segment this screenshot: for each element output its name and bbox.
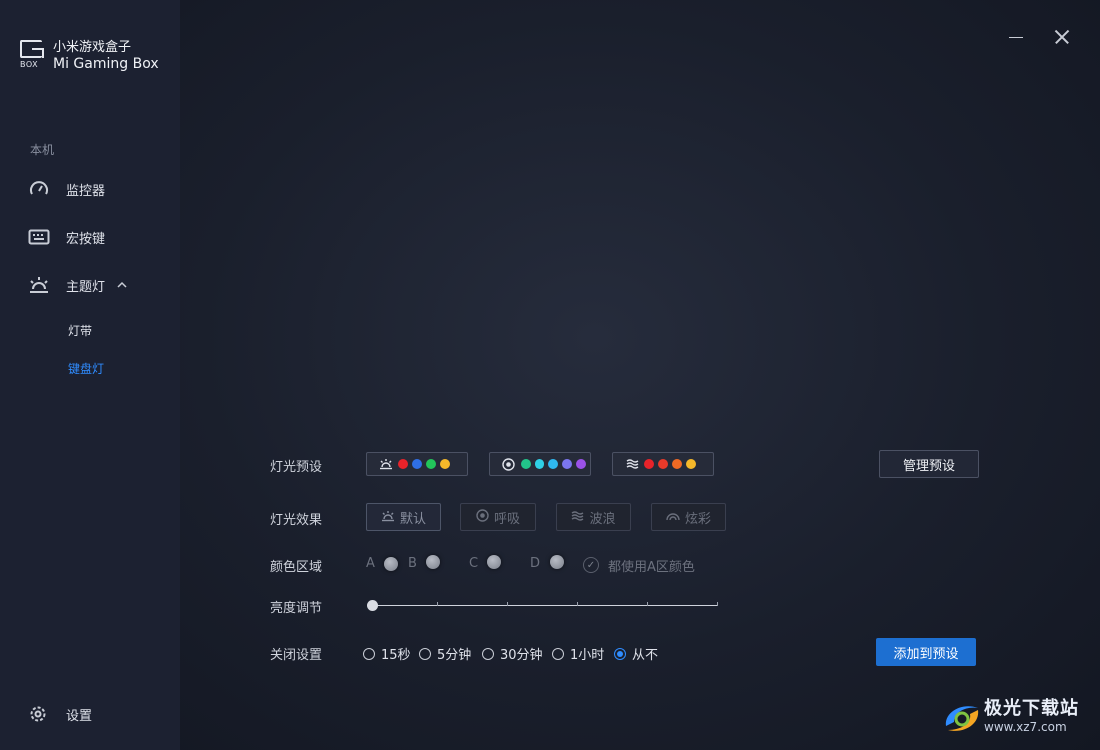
logo-box-text: BOX bbox=[20, 60, 39, 69]
radio-label: 30分钟 bbox=[500, 648, 543, 663]
preset-3[interactable] bbox=[612, 452, 714, 476]
radio-circle bbox=[363, 647, 375, 660]
mi-gaming-box-logo-icon: BOX bbox=[20, 40, 44, 70]
radio-label: 5分钟 bbox=[437, 648, 472, 663]
preset-color-dot bbox=[520, 459, 531, 469]
slider-tick bbox=[577, 602, 578, 606]
effect-label: 灯光效果 bbox=[270, 513, 323, 528]
preset-2[interactable] bbox=[489, 452, 591, 476]
wave-icon bbox=[571, 510, 584, 525]
off-option-15s[interactable]: 15秒 bbox=[363, 644, 411, 663]
radio-label: 从不 bbox=[632, 648, 659, 663]
chevron-up-icon bbox=[117, 278, 127, 293]
slider-tick bbox=[647, 602, 648, 606]
sidebar-item-monitor[interactable]: 监控器 bbox=[28, 177, 105, 201]
settings-label: 设置 bbox=[66, 708, 93, 724]
watermark-title: 极光下载站 bbox=[984, 698, 1079, 719]
preset-color-dot bbox=[398, 459, 408, 469]
light-icon bbox=[381, 510, 395, 525]
watermark: 极光下载站 www.xz7.com bbox=[940, 698, 1079, 738]
zone-a-letter: A bbox=[366, 556, 375, 571]
sidebar-item-label: 监控器 bbox=[66, 183, 106, 199]
radio-circle bbox=[419, 647, 431, 660]
sidebar-subitem-light-strip[interactable]: 灯带 bbox=[68, 322, 92, 339]
brightness-slider-track[interactable] bbox=[372, 605, 718, 606]
preset-color-dot bbox=[686, 459, 696, 469]
radio-label: 1小时 bbox=[570, 648, 605, 663]
effect-rainbow-button[interactable]: 炫彩 bbox=[651, 503, 726, 531]
effect-label-text: 炫彩 bbox=[684, 511, 711, 527]
sidebar-item-macro-keys[interactable]: 宏按键 bbox=[28, 225, 105, 249]
sidebar-subitem-keyboard-light[interactable]: 键盘灯 bbox=[68, 360, 104, 377]
effect-default-button[interactable]: 默认 bbox=[366, 503, 441, 531]
brightness-label: 亮度调节 bbox=[270, 601, 323, 616]
preset-color-dot bbox=[672, 459, 682, 469]
light-icon bbox=[28, 274, 50, 296]
app-title-en: Mi Gaming Box bbox=[53, 56, 159, 72]
preset-color-dot bbox=[440, 459, 450, 469]
off-option-5min[interactable]: 5分钟 bbox=[419, 644, 471, 663]
off-option-1h[interactable]: 1小时 bbox=[552, 644, 604, 663]
zone-c-color[interactable] bbox=[487, 555, 501, 569]
light-icon bbox=[379, 457, 393, 471]
keyboard-icon bbox=[28, 226, 50, 248]
slider-tick bbox=[717, 602, 718, 606]
effect-wave-button[interactable]: 波浪 bbox=[556, 503, 631, 531]
sidebar-item-label: 宏按键 bbox=[66, 231, 106, 247]
slider-tick bbox=[437, 602, 438, 606]
gear-icon bbox=[28, 704, 48, 724]
preset-color-dot bbox=[412, 459, 422, 469]
wave-icon bbox=[625, 457, 639, 471]
preset-color-dot bbox=[548, 459, 559, 469]
sidebar-item-theme-light[interactable]: 主题灯 bbox=[28, 273, 127, 297]
off-option-30min[interactable]: 30分钟 bbox=[482, 644, 543, 663]
gauge-icon bbox=[28, 178, 50, 200]
zone-d-letter: D bbox=[530, 556, 541, 571]
effect-label-text: 默认 bbox=[399, 511, 426, 527]
brightness-slider-knob[interactable] bbox=[367, 600, 378, 611]
sidebar: BOX 小米游戏盒子 Mi Gaming Box 本机 监控器 宏按键 主题灯 … bbox=[0, 0, 180, 750]
app-title-cn: 小米游戏盒子 bbox=[53, 40, 132, 55]
sidebar-item-label: 主题灯 bbox=[66, 279, 106, 295]
preset-color-dot bbox=[426, 459, 436, 469]
effect-breath-button[interactable]: 呼吸 bbox=[460, 503, 536, 531]
preset-color-dot bbox=[658, 459, 668, 469]
app-logo: BOX 小米游戏盒子 Mi Gaming Box bbox=[20, 40, 159, 72]
radio-circle bbox=[482, 647, 494, 660]
preset-1[interactable] bbox=[366, 452, 468, 476]
preset-color-dot bbox=[562, 459, 573, 469]
sidebar-item-settings[interactable]: 设置 bbox=[28, 704, 92, 724]
minimize-button[interactable] bbox=[1008, 28, 1026, 46]
preset-color-dot bbox=[576, 459, 586, 469]
radio-circle bbox=[552, 647, 564, 660]
use-zone-a-checkbox[interactable]: ✓ bbox=[583, 557, 599, 573]
use-zone-a-label: 都使用A区颜色 bbox=[608, 560, 695, 575]
preset-color-dot bbox=[534, 459, 545, 469]
zone-b-color[interactable] bbox=[426, 555, 440, 569]
watermark-logo-icon bbox=[940, 698, 982, 738]
breath-icon bbox=[476, 509, 489, 525]
watermark-url: www.xz7.com bbox=[984, 720, 1067, 734]
radio-label: 15秒 bbox=[381, 648, 411, 663]
zone-a-color[interactable] bbox=[384, 557, 398, 571]
sidebar-section-label: 本机 bbox=[30, 143, 55, 157]
breath-icon bbox=[502, 457, 516, 471]
preset-label: 灯光预设 bbox=[270, 460, 323, 475]
preset-color-dot bbox=[644, 459, 654, 469]
close-button[interactable] bbox=[1053, 28, 1071, 46]
off-label: 关闭设置 bbox=[270, 648, 323, 663]
zone-c-letter: C bbox=[469, 556, 479, 571]
rainbow-icon bbox=[666, 510, 680, 525]
effect-label-text: 波浪 bbox=[589, 511, 616, 527]
effect-label-text: 呼吸 bbox=[493, 511, 520, 527]
slider-tick bbox=[507, 602, 508, 606]
radio-circle bbox=[614, 647, 626, 660]
manage-presets-button[interactable]: 管理预设 bbox=[879, 450, 979, 478]
off-option-never[interactable]: 从不 bbox=[614, 644, 658, 663]
zone-b-letter: B bbox=[408, 556, 417, 571]
add-to-preset-button[interactable]: 添加到预设 bbox=[876, 638, 976, 666]
zone-label: 颜色区域 bbox=[270, 560, 323, 575]
zone-d-color[interactable] bbox=[550, 555, 564, 569]
